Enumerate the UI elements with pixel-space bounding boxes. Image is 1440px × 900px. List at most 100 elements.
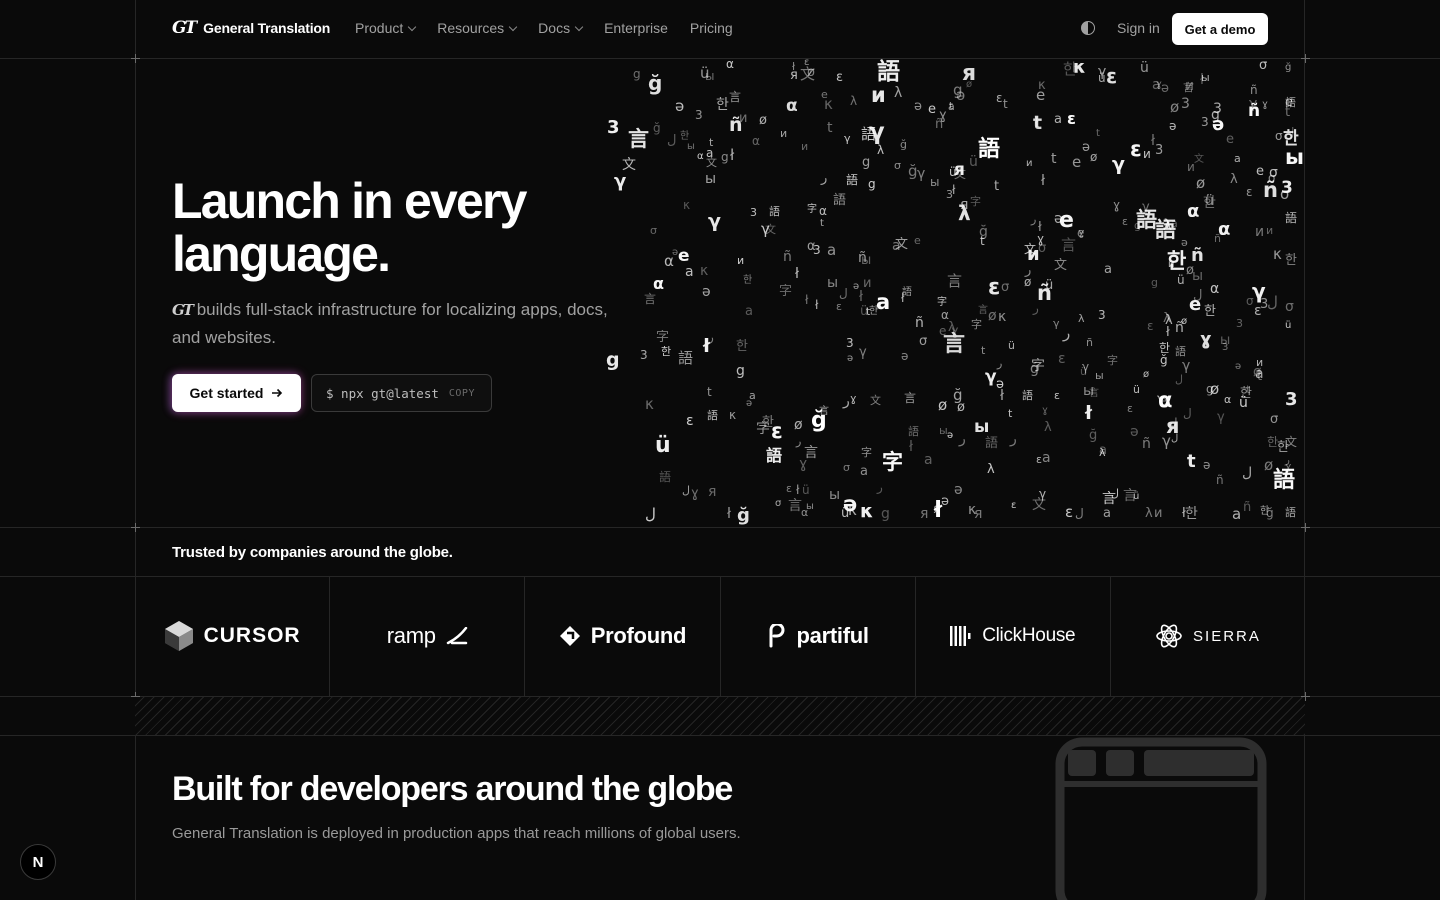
glyph: ø bbox=[988, 308, 997, 324]
glyph: ğ bbox=[908, 162, 918, 180]
glyph: 文 bbox=[765, 223, 776, 236]
glyph: α bbox=[1218, 219, 1231, 240]
glyph: α bbox=[786, 96, 798, 116]
glyph: ε bbox=[1147, 319, 1154, 333]
glyph: ğ bbox=[811, 408, 827, 433]
glyph: ə bbox=[847, 353, 854, 364]
glyph: ы bbox=[1083, 383, 1095, 399]
glyph: σ bbox=[843, 461, 850, 474]
top-nav: GT General Translation Product Resources… bbox=[0, 0, 1440, 58]
logo-cursor: CURSOR bbox=[135, 576, 331, 696]
built-section-subtitle: General Translation is deployed in produ… bbox=[172, 825, 741, 842]
glyph: ø bbox=[966, 79, 973, 90]
glyph: g bbox=[633, 67, 641, 81]
nav-item-pricing[interactable]: Pricing bbox=[690, 20, 733, 36]
gt-logo-icon: GT bbox=[172, 301, 194, 319]
glyph: γ bbox=[1217, 410, 1225, 425]
glyph: 文 bbox=[1194, 154, 1204, 165]
glyph: ɣ bbox=[1113, 198, 1121, 212]
glyph: λ bbox=[1163, 311, 1171, 326]
glyph: ğ bbox=[737, 505, 750, 526]
glyph: и bbox=[1154, 506, 1163, 521]
glyph: я bbox=[920, 506, 929, 522]
glyph: ы bbox=[829, 487, 841, 503]
nav-item-resources[interactable]: Resources bbox=[437, 20, 518, 36]
glyph: λ bbox=[877, 143, 885, 157]
glyph: ل bbox=[1183, 406, 1192, 420]
glyph: ü bbox=[860, 304, 869, 319]
glyph: α bbox=[1187, 201, 1200, 222]
glyph: γ bbox=[1112, 153, 1125, 175]
company-name: CURSOR bbox=[203, 624, 301, 647]
glyph: ł bbox=[727, 506, 731, 522]
glyph: ы bbox=[1285, 145, 1304, 169]
copy-button[interactable]: COPY bbox=[449, 388, 475, 399]
glyph: a bbox=[1103, 506, 1111, 521]
glyph: ل bbox=[839, 286, 848, 300]
glyph: e bbox=[914, 234, 921, 247]
glyph: ɣ bbox=[850, 392, 857, 405]
glyph: 字 bbox=[937, 297, 947, 308]
glyph: ε bbox=[1054, 389, 1060, 402]
glyph: 語 bbox=[846, 173, 859, 187]
nav-item-product[interactable]: Product bbox=[355, 20, 417, 36]
get-demo-button[interactable]: Get a demo bbox=[1172, 13, 1268, 45]
glyph: e bbox=[1059, 208, 1074, 233]
glyph: ə bbox=[853, 281, 860, 292]
nav-item-enterprise[interactable]: Enterprise bbox=[604, 20, 668, 36]
glyph: 한 bbox=[680, 131, 690, 142]
glyph: ə bbox=[996, 377, 1004, 392]
glyph: 한 bbox=[1204, 304, 1216, 319]
glyph: σ bbox=[1259, 58, 1268, 73]
glyph: 語 bbox=[1273, 468, 1296, 493]
glyph: ɣ bbox=[691, 486, 699, 501]
profound-icon bbox=[559, 626, 580, 646]
glyph: 語 bbox=[1175, 345, 1186, 358]
glyph: g bbox=[736, 363, 745, 379]
glyph: 3 bbox=[1213, 101, 1222, 117]
glyph: γ bbox=[985, 367, 997, 387]
nav-item-label: Pricing bbox=[689, 20, 733, 36]
glyph: 한 bbox=[743, 275, 753, 286]
glyph: 語 bbox=[978, 137, 1001, 162]
glyph: и bbox=[863, 276, 872, 291]
glyph: ε bbox=[988, 275, 1001, 300]
glyph: γ bbox=[1249, 96, 1258, 112]
glyph: ل bbox=[1242, 465, 1253, 481]
glyph: σ bbox=[894, 159, 901, 172]
glyph: α bbox=[801, 506, 809, 519]
get-started-button[interactable]: Get started bbox=[172, 374, 301, 412]
glyph: 字 bbox=[807, 204, 817, 215]
glyph: ə bbox=[901, 349, 909, 363]
glyph: t bbox=[980, 234, 985, 248]
install-command-box[interactable]: $ npx gt@latest COPY bbox=[311, 374, 492, 412]
glyph: 語 bbox=[861, 125, 877, 143]
glyph: g bbox=[721, 150, 729, 164]
glyph: 語 bbox=[1285, 506, 1296, 519]
glyph: 字 bbox=[779, 284, 793, 299]
glyph: t bbox=[820, 218, 824, 229]
chevron-down-icon bbox=[508, 22, 518, 31]
nextjs-badge[interactable]: N bbox=[20, 844, 56, 880]
glyph: α bbox=[653, 274, 664, 293]
glyph: ł bbox=[1085, 402, 1093, 424]
brand-logo[interactable]: GT General Translation bbox=[172, 18, 330, 38]
glyph: ñ bbox=[1216, 473, 1224, 487]
glyph: 言 bbox=[788, 498, 802, 514]
glyph: ü bbox=[969, 154, 978, 170]
glyph: 한 bbox=[736, 339, 748, 354]
theme-toggle-icon[interactable] bbox=[1081, 21, 1095, 35]
glyph: 語 bbox=[908, 425, 919, 438]
glyph: ε bbox=[786, 482, 792, 495]
nav-item-docs[interactable]: Docs bbox=[538, 20, 584, 36]
sign-in-link[interactable]: Sign in bbox=[1117, 20, 1160, 36]
glyph: ε bbox=[1127, 402, 1133, 415]
glyph: 3 bbox=[1222, 342, 1229, 353]
divider bbox=[0, 735, 1440, 736]
glyph: ر bbox=[796, 435, 802, 448]
glyph: ü bbox=[802, 483, 810, 497]
glyph: 語 bbox=[1022, 389, 1033, 402]
glyph: ñ bbox=[858, 250, 867, 266]
glyph: a bbox=[685, 264, 694, 280]
glyph: 語 bbox=[707, 409, 718, 422]
